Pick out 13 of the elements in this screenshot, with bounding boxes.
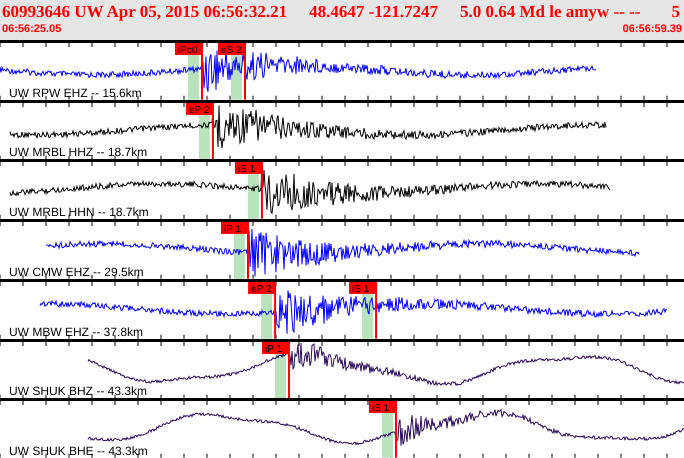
- station-label: UW SHUK BHZ -- 43.3km: [9, 384, 148, 398]
- pick-count: 5: [672, 2, 680, 22]
- end-time: 06:56:59.39: [622, 22, 682, 36]
- station-label: UW MRBL HHN -- 18.7km: [9, 205, 149, 220]
- station-label: UW CMW EHZ -- 29.5km: [9, 264, 144, 279]
- event-location: 48.4647 -121.7247: [309, 2, 438, 22]
- station-label: UW MBW EHZ -- 37.8km: [9, 324, 143, 339]
- station-label: UW RPW EHZ -- 15.6km: [9, 86, 142, 100]
- event-id-time: 60993646 UW Apr 05, 2015 06:56:32.21: [2, 2, 288, 22]
- station-label: UW MRBL HHZ -- 18.7km: [9, 145, 148, 160]
- station-label: UW SHUK BHE -- 43.3km: [9, 444, 148, 458]
- start-time: 06:56:25.05: [2, 22, 62, 36]
- event-magnitude: 5.0 0.64 Md le amyw -- --: [460, 2, 640, 22]
